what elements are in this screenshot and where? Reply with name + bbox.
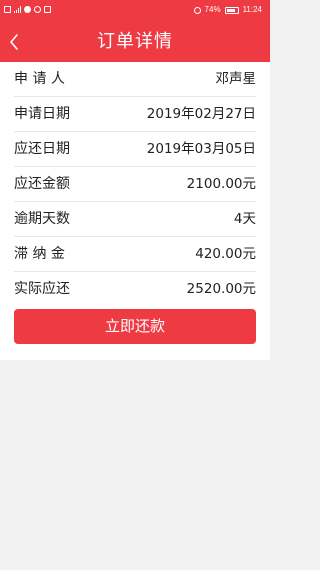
detail-row-applicant: 申 请 人 邓声星 bbox=[14, 62, 256, 97]
detail-label: 申请日期 bbox=[14, 106, 70, 122]
status-bar: 74% 11:24 bbox=[0, 0, 270, 22]
detail-label: 申 请 人 bbox=[14, 71, 65, 87]
detail-value: 420.00元 bbox=[195, 246, 256, 262]
detail-label: 应还日期 bbox=[14, 141, 70, 157]
download-icon bbox=[44, 6, 51, 13]
battery-icon bbox=[224, 6, 239, 14]
detail-list: 申 请 人 邓声星 申请日期 2019年02月27日 应还日期 2019年03月… bbox=[14, 62, 256, 307]
detail-row-actual-due: 实际应还 2520.00元 bbox=[14, 272, 256, 307]
detail-value: 2100.00元 bbox=[186, 176, 256, 192]
detail-label: 应还金额 bbox=[14, 176, 70, 192]
sim-icon bbox=[4, 6, 11, 13]
detail-label: 逾期天数 bbox=[14, 211, 70, 227]
repay-now-button[interactable]: 立即还款 bbox=[14, 309, 256, 344]
signal-icon bbox=[14, 6, 21, 13]
detail-row-due-amount: 应还金额 2100.00元 bbox=[14, 167, 256, 202]
order-detail-card: 申 请 人 邓声星 申请日期 2019年02月27日 应还日期 2019年03月… bbox=[0, 62, 270, 360]
status-right: 74% 11:24 bbox=[193, 5, 262, 15]
status-time: 11:24 bbox=[242, 5, 262, 14]
alarm-icon bbox=[193, 6, 201, 14]
detail-value: 2520.00元 bbox=[186, 281, 256, 297]
detail-value: 4天 bbox=[233, 211, 256, 227]
detail-row-late-fee: 滞 纳 金 420.00元 bbox=[14, 237, 256, 272]
detail-value: 邓声星 bbox=[215, 71, 257, 87]
detail-label: 实际应还 bbox=[14, 281, 70, 297]
detail-value: 2019年02月27日 bbox=[146, 106, 256, 122]
message-icon bbox=[24, 6, 31, 13]
battery-percent: 74% bbox=[204, 5, 221, 14]
page-title: 订单详情 bbox=[97, 31, 173, 52]
detail-value: 2019年03月05日 bbox=[146, 141, 256, 157]
detail-label: 滞 纳 金 bbox=[14, 246, 65, 262]
status-left-icons bbox=[4, 6, 51, 13]
detail-row-due-date: 应还日期 2019年03月05日 bbox=[14, 132, 256, 167]
detail-row-apply-date: 申请日期 2019年02月27日 bbox=[14, 97, 256, 132]
detail-row-overdue-days: 逾期天数 4天 bbox=[14, 202, 256, 237]
app-notification-icon bbox=[34, 6, 41, 13]
app-header: 订单详情 bbox=[0, 22, 270, 62]
